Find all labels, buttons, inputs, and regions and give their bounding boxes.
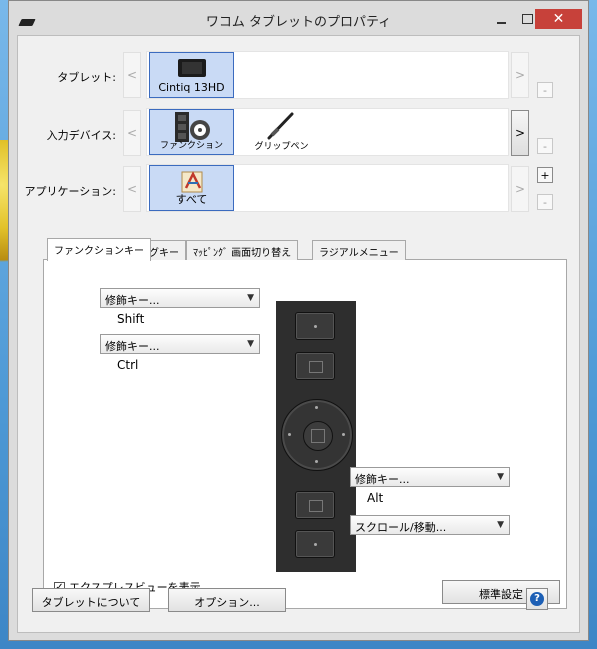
express-key-3-assignment: Alt	[367, 491, 384, 505]
device-key-4[interactable]	[295, 530, 335, 558]
application-strip: すべて	[146, 164, 509, 212]
ring-dot-icon	[315, 406, 318, 409]
input-device-scroll-right-button[interactable]: >	[511, 110, 529, 156]
application-remove-button[interactable]: -	[537, 194, 553, 210]
tablet-scroll-right-button[interactable]: >	[511, 52, 529, 98]
help-button[interactable]: ?	[526, 588, 548, 610]
tablet-remove-button[interactable]: -	[537, 82, 553, 98]
express-key-2-assignment: Ctrl	[117, 358, 139, 372]
express-key-2-value: 修飾キー...	[105, 340, 160, 353]
express-key-1-value: 修飾キー...	[105, 294, 160, 307]
input-device-tile-function[interactable]: ファンクション	[149, 109, 234, 155]
application-tile-all[interactable]: すべて	[149, 165, 234, 211]
application-row-label: アプリケーション:	[24, 185, 117, 198]
settings-tab-panel: ファンクションキー リングキー ﾏｯﾋﾟﾝｸﾞ 画面切り替え ラジアルメニュー …	[43, 238, 567, 609]
close-button[interactable]: ✕	[535, 9, 582, 29]
maximize-icon	[521, 14, 533, 24]
key-dot-icon	[314, 543, 317, 546]
application-tile-label: すべて	[175, 193, 208, 206]
device-key-3[interactable]	[295, 491, 335, 519]
application-scroll-right-button[interactable]: >	[511, 166, 529, 212]
tablet-icon	[178, 59, 206, 77]
input-device-strip: ファンクション グリップペン	[146, 108, 509, 156]
express-key-1-dropdown[interactable]: 修飾キー... ▼	[100, 288, 260, 308]
minimize-button[interactable]	[488, 9, 514, 29]
express-key-4-dropdown[interactable]: スクロール/移動... ▼	[350, 515, 510, 535]
express-key-3-dropdown[interactable]: 修飾キー... ▼	[350, 467, 510, 487]
key-square-icon	[309, 361, 323, 373]
help-icon: ?	[530, 592, 544, 606]
key-square-icon	[309, 500, 323, 512]
tablet-tile-label: Cintiq 13HD	[158, 81, 225, 94]
close-icon: ✕	[552, 11, 565, 27]
grip-pen-icon	[267, 112, 294, 140]
properties-window: ワコム タブレットのプロパティ ✕ タブレット: < Cintiq 13HD >…	[8, 0, 589, 641]
minimize-icon	[496, 22, 506, 24]
tab-function-keys[interactable]: ファンクションキー	[47, 238, 151, 261]
options-button[interactable]: オプション...	[168, 588, 286, 612]
function-keys-tab-body: 修飾キー... ▼ Shift 修飾キー... ▼ Ctrl 修飾キー... ▼…	[44, 260, 566, 608]
key-dot-icon	[314, 325, 317, 328]
application-scroll-left-button[interactable]: <	[123, 166, 141, 212]
tab-mapping-toggle[interactable]: ﾏｯﾋﾟﾝｸﾞ 画面切り替え	[186, 240, 299, 260]
tablet-strip: Cintiq 13HD	[146, 51, 509, 99]
tablet-scroll-left-button[interactable]: <	[123, 52, 141, 98]
input-device-scroll-left-button[interactable]: <	[123, 110, 141, 156]
chevron-down-icon: ▼	[247, 339, 254, 349]
ring-dot-icon	[342, 433, 345, 436]
key-square-icon	[311, 429, 325, 443]
touch-ring[interactable]	[281, 399, 353, 471]
ring-dot-icon	[315, 460, 318, 463]
application-add-button[interactable]: +	[537, 167, 553, 183]
ring-dot-icon	[288, 433, 291, 436]
express-key-1-assignment: Shift	[117, 312, 145, 326]
ring-center-button[interactable]	[303, 421, 333, 451]
tab-radial-menu[interactable]: ラジアルメニュー	[312, 240, 406, 260]
express-key-4-value: スクロール/移動...	[355, 521, 447, 534]
express-key-3-value: 修飾キー...	[355, 473, 410, 486]
chevron-down-icon: ▼	[497, 472, 504, 482]
input-device-row-label: 入力デバイス:	[46, 129, 116, 142]
input-device-remove-button[interactable]: -	[537, 138, 553, 154]
device-key-2[interactable]	[295, 352, 335, 380]
client-area: タブレット: < Cintiq 13HD > - 入力デバイス: < ファンクシ…	[17, 35, 580, 633]
device-key-1[interactable]	[295, 312, 335, 340]
title-bar[interactable]: ワコム タブレットのプロパティ ✕	[9, 1, 588, 35]
chevron-down-icon: ▼	[247, 293, 254, 303]
tablet-tile-cintiq[interactable]: Cintiq 13HD	[149, 52, 234, 98]
input-device-tile-grip-pen[interactable]: グリップペン	[239, 109, 324, 155]
input-device-tile-label-grip-pen: グリップペン	[254, 142, 309, 152]
input-device-tile-label-function: ファンクション	[159, 141, 223, 151]
express-keys-device-image	[276, 301, 356, 572]
express-key-2-dropdown[interactable]: 修飾キー... ▼	[100, 334, 260, 354]
tablet-row-label: タブレット:	[57, 71, 116, 84]
about-tablet-button[interactable]: タブレットについて	[32, 588, 150, 612]
chevron-down-icon: ▼	[497, 520, 504, 530]
